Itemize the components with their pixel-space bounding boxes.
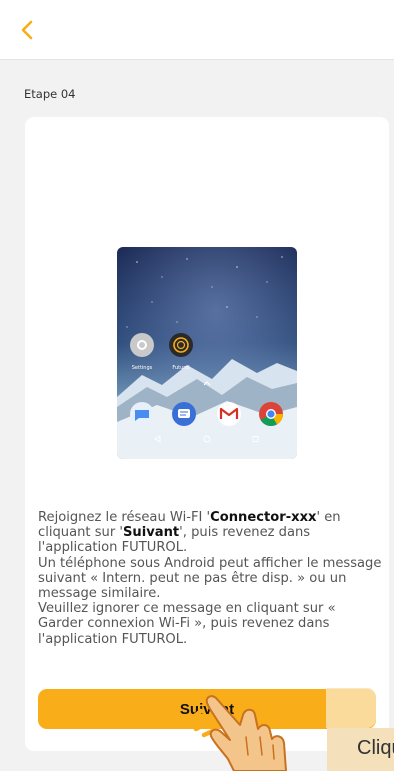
futurol-app-label: Futurol (172, 365, 189, 371)
top-bar (0, 0, 394, 60)
button-reference: Suivant (122, 525, 180, 541)
settings-icon (130, 333, 154, 357)
click-hint-highlight (326, 688, 376, 728)
instruction-paragraph-1: Rejoignez le réseau Wi-FI 'Connector-xxx… (38, 510, 341, 556)
gmail-icon (217, 402, 241, 426)
chevron-left-icon (21, 20, 33, 40)
android-wifi-illustration: Settings Futurol (117, 247, 297, 459)
click-hint-label: Cliquez (357, 737, 394, 759)
chrome-icon (259, 402, 283, 427)
messages-icon (130, 402, 154, 426)
instructions-text: Rejoignez le réseau Wi-FI 'Connector-xxx… (38, 510, 383, 647)
settings-app-label: Settings (132, 365, 153, 371)
click-hint-banner: Cliquez (327, 728, 394, 771)
step-label: Etape 04 (24, 87, 76, 101)
instruction-paragraph-2: Un téléphone sous Android peut afficher … (38, 555, 382, 602)
back-button[interactable] (20, 15, 50, 45)
futurol-icon (169, 333, 193, 357)
instruction-paragraph-3: Veuillez ignorer ce message en cliquant … (38, 601, 336, 647)
network-name: Connector-xxx (210, 510, 317, 525)
tap-hand-icon (188, 695, 287, 771)
chat-icon (172, 402, 196, 426)
